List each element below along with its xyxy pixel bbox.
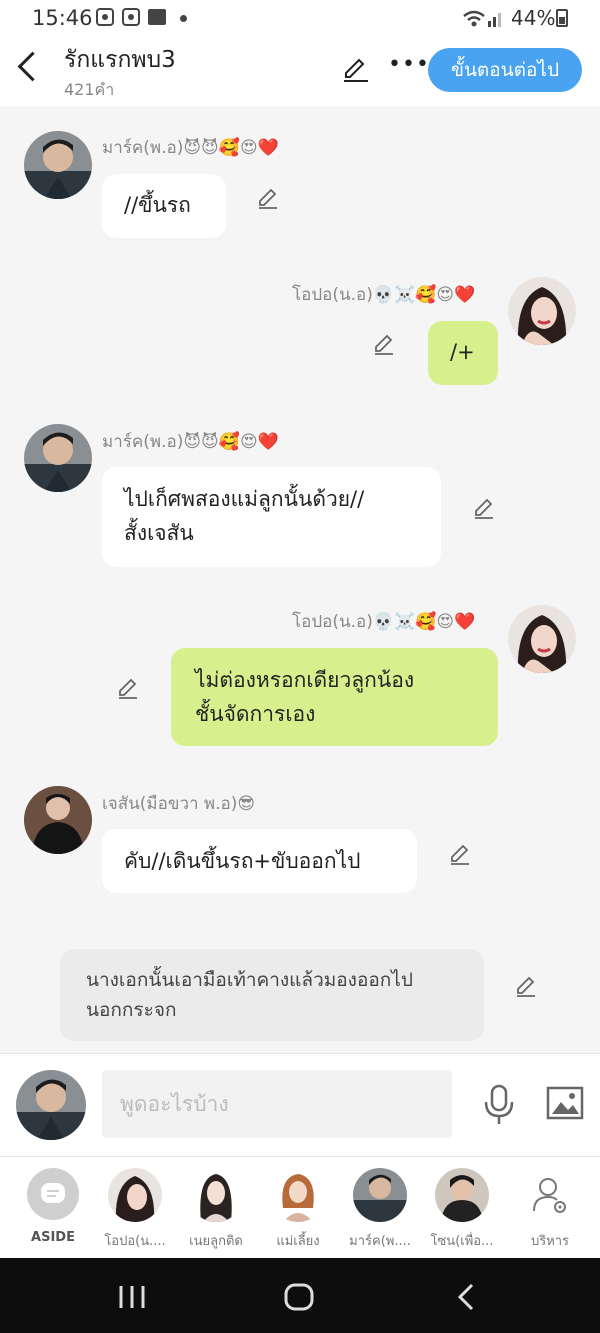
message-text-line: ชั้นจัดการเอง: [195, 702, 316, 726]
character-avatar: [435, 1168, 489, 1222]
character-label: มาร์ค(พ....: [349, 1234, 411, 1249]
edit-message-icon[interactable]: [448, 842, 472, 866]
character-selector-bar: ASIDE โอปอ(น.... เนยลูกติด แม่เลี้ยง มาร…: [0, 1156, 600, 1259]
speech-bubble-icon: [41, 1183, 65, 1203]
chat-header: รักแรกพบ3 421คำ ••• ขั้นตอนต่อไป: [0, 36, 600, 106]
message-bubble[interactable]: //ขึ้นรถ: [102, 174, 226, 238]
back-nav-icon[interactable]: [456, 1283, 476, 1311]
message-bubble[interactable]: คับ//เดินขึ้นรถ+ขับออกไป: [102, 829, 417, 893]
avatar-opor-image: [508, 277, 576, 345]
message-text: /+: [450, 340, 475, 364]
sender-name: มาร์ค(พ.อ)😈😈🥰😍❤️: [102, 432, 279, 452]
character-avatar: [108, 1168, 162, 1222]
more-notifications-icon: [180, 15, 187, 22]
character-label: โซน(เพื่อ...: [430, 1234, 494, 1249]
message-bubble[interactable]: ไม่ต่องหรอกเดียวลูกน้อง ชั้นจัดการเอง: [171, 648, 498, 746]
character-zone[interactable]: โซน(เพื่อ...: [422, 1157, 502, 1259]
sender-name: เจสัน(มือขวา พ.อ)😎: [102, 794, 256, 814]
edit-pencil-icon[interactable]: [342, 56, 370, 84]
edit-message-icon[interactable]: [472, 496, 496, 520]
battery-percent: 44%: [511, 6, 556, 30]
aside-avatar: [27, 1168, 79, 1220]
avatar-jason[interactable]: [24, 786, 92, 854]
home-icon[interactable]: [284, 1283, 314, 1311]
character-label: แม่เลี้ยง: [276, 1234, 320, 1249]
message-text: //ขึ้นรถ: [124, 193, 191, 217]
next-step-button[interactable]: ขั้นตอนต่อไป: [428, 48, 582, 92]
current-character-avatar[interactable]: [16, 1070, 86, 1140]
character-label: ASIDE: [31, 1230, 75, 1245]
edit-message-icon[interactable]: [116, 676, 140, 700]
avatar-zone-image: [435, 1168, 489, 1222]
battery-icon: [556, 9, 568, 27]
character-label: เนยลูกติด: [189, 1234, 243, 1249]
message-text-line: ไปเก็ศพสองแม่ลูกนั้นด้วย//: [124, 487, 365, 511]
notification-icon: [96, 8, 114, 26]
character-label: บริหาร: [530, 1234, 570, 1249]
aside-narration-bubble[interactable]: นางเอกนั้นเอามือเท้าคางแล้วมองออกไป นอกก…: [60, 949, 484, 1041]
character-label: โอปอ(น....: [104, 1234, 166, 1249]
manage-user-icon: [533, 1178, 566, 1213]
aside-text-line: นอกกระจก: [86, 999, 177, 1021]
avatar-opor[interactable]: [508, 605, 576, 673]
system-navigation-bar: [0, 1258, 600, 1333]
avatar-mark-image: [16, 1070, 86, 1140]
character-avatar: [189, 1168, 243, 1222]
character-mark[interactable]: มาร์ค(พ....: [340, 1157, 420, 1259]
status-bar: 15:46 44%: [0, 0, 600, 36]
avatar-stepmother-image: [271, 1168, 325, 1222]
character-noey[interactable]: เนยลูกติด: [176, 1157, 256, 1259]
avatar-opor[interactable]: [508, 277, 576, 345]
avatar-mark[interactable]: [24, 424, 92, 492]
wifi-signal-icon: [463, 10, 501, 27]
more-options-icon[interactable]: •••: [388, 54, 430, 76]
message-input[interactable]: พูดอะไรบ้าง: [102, 1070, 452, 1138]
recent-apps-icon[interactable]: [118, 1285, 146, 1309]
message-text: คับ//เดินขึ้นรถ+ขับออกไป: [124, 849, 361, 873]
back-arrow-icon[interactable]: [17, 51, 48, 82]
status-time: 15:46: [32, 6, 93, 30]
character-avatar: [271, 1168, 325, 1222]
sender-name: มาร์ค(พ.อ)😈😈🥰😍❤️: [102, 138, 279, 158]
avatar-noey-image: [189, 1168, 243, 1222]
message-bubble[interactable]: ไปเก็ศพสองแม่ลูกนั้นด้วย// สั้งเจสัน: [102, 467, 441, 567]
avatar-opor-image: [508, 605, 576, 673]
avatar-mark-image: [24, 424, 92, 492]
avatar-mark-image: [353, 1168, 407, 1222]
message-text-line: สั้งเจสัน: [124, 521, 194, 545]
character-stepmother[interactable]: แม่เลี้ยง: [258, 1157, 338, 1259]
edit-message-icon[interactable]: [514, 974, 538, 998]
message-text-line: ไม่ต่องหรอกเดียวลูกน้อง: [195, 668, 415, 692]
notification-icon: [122, 8, 140, 26]
character-avatar: [353, 1168, 407, 1222]
story-title: รักแรกพบ3: [64, 47, 176, 73]
word-count: 421คำ: [64, 80, 115, 99]
message-input-bar: พูดอะไรบ้าง: [0, 1053, 600, 1156]
manage-characters-button[interactable]: บริหาร: [510, 1157, 590, 1259]
sender-name: โอปอ(น.อ)💀☠️🥰😍❤️: [292, 612, 476, 632]
aside-text-line: นางเอกนั้นเอามือเท้าคางแล้วมองออกไป: [86, 969, 413, 991]
gallery-notification-icon: [148, 9, 166, 25]
edit-message-icon[interactable]: [256, 186, 280, 210]
sender-name: โอปอ(น.อ)💀☠️🥰😍❤️: [292, 285, 476, 305]
avatar-mark[interactable]: [24, 131, 92, 199]
message-bubble[interactable]: /+: [428, 321, 498, 385]
microphone-icon[interactable]: [482, 1084, 516, 1126]
avatar-mark-image: [24, 131, 92, 199]
character-opor[interactable]: โอปอ(น....: [95, 1157, 175, 1259]
avatar-opor-image: [108, 1168, 162, 1222]
edit-message-icon[interactable]: [372, 332, 396, 356]
image-upload-icon[interactable]: [546, 1086, 584, 1120]
avatar-jason-image: [24, 786, 92, 854]
character-aside[interactable]: ASIDE: [13, 1157, 93, 1259]
